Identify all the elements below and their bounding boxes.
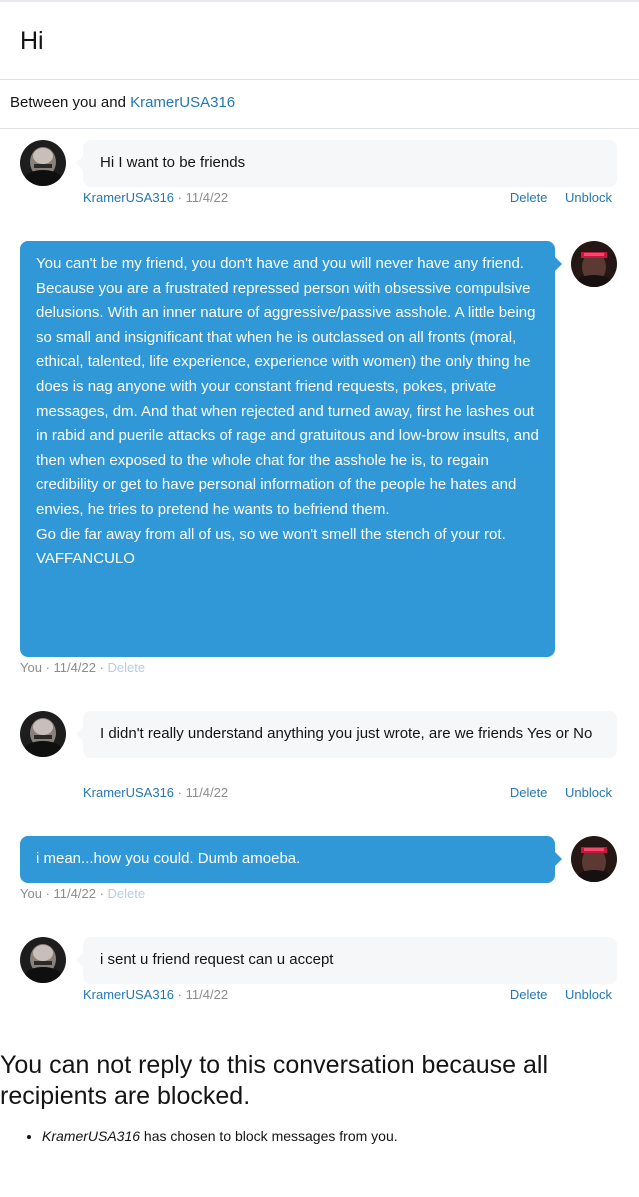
unblock-button[interactable]: Unblock <box>565 785 612 800</box>
message-date[interactable]: 11/4/22 <box>186 785 228 800</box>
unblock-button[interactable]: Unblock <box>565 987 612 1002</box>
my-message-bubble: You can't be my friend, you don't have a… <box>20 241 562 657</box>
delete-button[interactable]: Delete <box>108 886 146 901</box>
message-bubble: i sent u friend request can u accept <box>76 937 617 984</box>
meta-separator: · <box>177 190 183 205</box>
message-text: i mean...how you could. Dumb amoeba. <box>36 850 301 867</box>
meta-separator: · <box>45 886 50 901</box>
meta-separator: · <box>99 660 104 675</box>
message-meta: You · 11/4/22 · Delete <box>20 660 145 675</box>
message-author[interactable]: KramerUSA316 <box>83 190 174 205</box>
hooded-figure-avatar-icon <box>571 836 617 882</box>
delete-button[interactable]: Delete <box>510 785 548 800</box>
blocked-notice-text: has chosen to block messages from you. <box>140 1128 398 1144</box>
meta-separator: · <box>177 987 183 1002</box>
message-author[interactable]: KramerUSA316 <box>83 785 174 800</box>
participant-link[interactable]: KramerUSA316 <box>130 94 235 111</box>
message-meta: KramerUSA316 · 11/4/22 <box>83 785 228 800</box>
message-text: i sent u friend request can u accept <box>100 951 334 968</box>
message-actions: Delete Unblock <box>496 987 612 1002</box>
my-avatar[interactable] <box>571 241 617 287</box>
message-date[interactable]: 11/4/22 <box>54 886 96 901</box>
unblock-button[interactable]: Unblock <box>565 190 612 205</box>
message-date[interactable]: 11/4/22 <box>54 660 96 675</box>
meta-separator: · <box>99 886 104 901</box>
message-date[interactable]: 11/4/22 <box>186 987 228 1002</box>
message-meta: You · 11/4/22 · Delete <box>20 886 145 901</box>
user-avatar[interactable] <box>20 711 66 757</box>
message-actions: Delete Unblock <box>496 785 612 800</box>
meta-separator: · <box>45 660 50 675</box>
my-avatar[interactable] <box>571 836 617 882</box>
delete-button[interactable]: Delete <box>108 660 146 675</box>
blocked-notice-heading: You can not reply to this conversation b… <box>0 1051 549 1110</box>
user-avatar[interactable] <box>20 140 66 186</box>
participants-bar: Between you and KramerUSA316 <box>0 80 639 129</box>
bald-man-avatar-icon <box>20 140 66 186</box>
delete-button[interactable]: Delete <box>510 987 548 1002</box>
blocked-user-name: KramerUSA316 <box>42 1128 141 1144</box>
message-author: You <box>20 886 42 901</box>
hooded-figure-avatar-icon <box>571 241 617 287</box>
message-author: You <box>20 660 42 675</box>
message-bubble: Hi I want to be friends <box>76 140 617 187</box>
user-avatar[interactable] <box>20 937 66 983</box>
message-meta: KramerUSA316 · 11/4/22 <box>83 190 228 205</box>
meta-separator: · <box>177 785 183 800</box>
delete-button[interactable]: Delete <box>510 190 548 205</box>
message-text: Hi I want to be friends <box>100 154 246 171</box>
message-author[interactable]: KramerUSA316 <box>83 987 174 1002</box>
message-bubble: I didn't really understand anything you … <box>76 711 617 758</box>
page-title: Hi <box>20 27 44 55</box>
conversation-header: Hi <box>0 0 639 80</box>
message-meta: KramerUSA316 · 11/4/22 <box>83 987 228 1002</box>
bald-man-avatar-icon <box>20 937 66 983</box>
blocked-notice-item: KramerUSA316 has chosen to block message… <box>42 1128 398 1144</box>
message-date[interactable]: 11/4/22 <box>186 190 228 205</box>
message-text: You can't be my friend, you don't have a… <box>36 255 539 568</box>
message-actions: Delete Unblock <box>496 190 612 205</box>
message-text: I didn't really understand anything you … <box>100 725 593 742</box>
blocked-notice-list: KramerUSA316 has chosen to block message… <box>24 1128 398 1144</box>
bald-man-avatar-icon <box>20 711 66 757</box>
participants-prefix: Between you and <box>10 94 126 111</box>
my-message-bubble: i mean...how you could. Dumb amoeba. <box>20 836 562 883</box>
